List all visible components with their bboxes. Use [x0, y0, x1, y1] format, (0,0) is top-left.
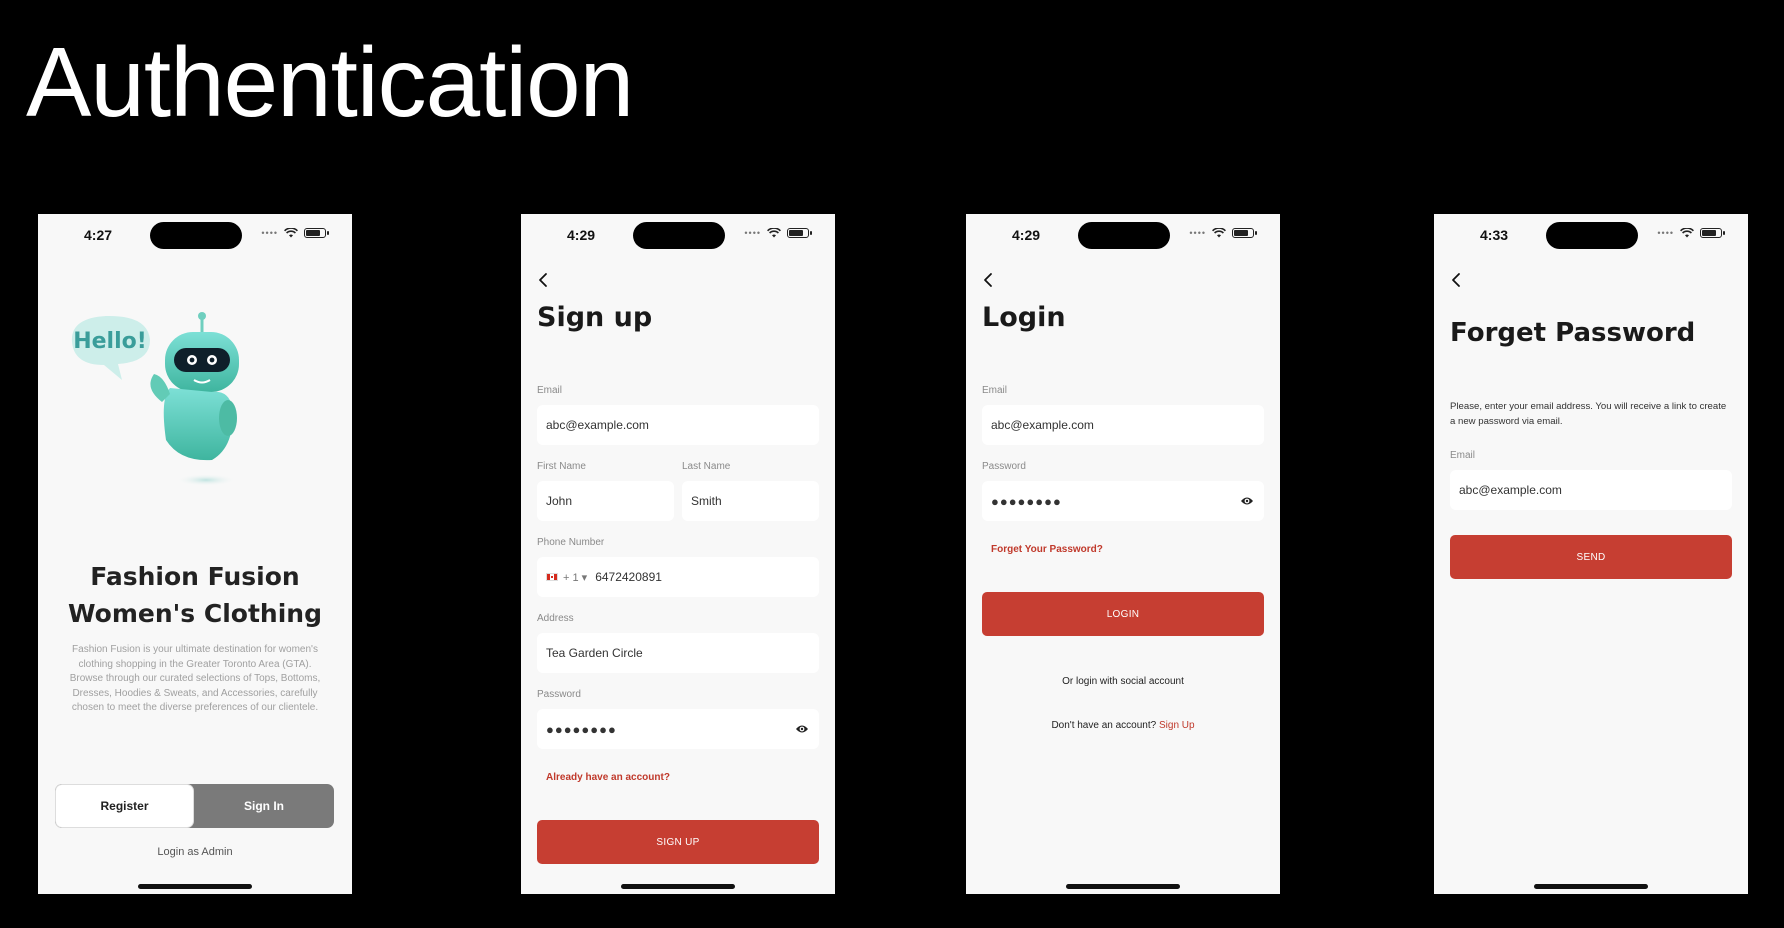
page-title: Authentication	[26, 27, 634, 137]
phone-field[interactable]: + 1 ▾ 6472420891	[537, 557, 819, 597]
password-field[interactable]: ●●●●●●●●	[982, 481, 1264, 521]
auth-segmented-control: Register Sign In	[55, 784, 334, 828]
signal-icon: ••••	[261, 227, 278, 238]
status-bar: 4:29 ••••	[521, 214, 835, 258]
battery-icon	[1700, 228, 1725, 238]
eye-icon[interactable]	[1240, 495, 1254, 507]
address-field[interactable]: Tea Garden Circle	[537, 633, 819, 673]
back-chevron-icon[interactable]	[980, 271, 998, 289]
last-name-field[interactable]: Smith	[682, 481, 819, 521]
forgot-password-screen: 4:33 •••• Forget Password Please, enter …	[1434, 214, 1748, 894]
no-account-row: Don't have an account? Sign Up	[966, 720, 1280, 731]
brand-title-line2: Women's Clothing	[67, 599, 322, 628]
robot-hello-illustration: Hello!	[71, 312, 239, 486]
first-name-field[interactable]: John	[537, 481, 674, 521]
email-label: Email	[537, 385, 563, 396]
wifi-icon	[284, 228, 298, 238]
canada-flag-icon[interactable]	[546, 573, 558, 581]
back-chevron-icon[interactable]	[535, 271, 553, 289]
brand-description: Fashion Fusion is your ultimate destinat…	[69, 644, 321, 714]
battery-icon	[304, 228, 329, 238]
welcome-screen: 4:27 •••• Hello! Fashion Fusion Women's …	[38, 214, 352, 894]
wifi-icon	[767, 228, 781, 238]
email-field[interactable]: abc@example.com	[982, 405, 1264, 445]
wifi-icon	[1680, 228, 1694, 238]
status-time: 4:29	[1012, 227, 1041, 243]
password-value: ●●●●●●●●	[991, 493, 1062, 509]
signal-icon: ••••	[744, 227, 761, 238]
dynamic-island	[633, 222, 725, 249]
status-bar: 4:29 ••••	[966, 214, 1280, 258]
password-field[interactable]: ●●●●●●●●	[537, 709, 819, 749]
home-indicator[interactable]	[1066, 884, 1180, 889]
login-screen: 4:29 •••• Login Email abc@example.com Pa…	[966, 214, 1280, 894]
status-bar: 4:27 ••••	[38, 214, 352, 258]
status-time: 4:27	[84, 227, 113, 243]
send-button[interactable]: SEND	[1450, 535, 1732, 579]
battery-icon	[1232, 228, 1257, 238]
status-bar: 4:33 ••••	[1434, 214, 1748, 258]
battery-icon	[787, 228, 812, 238]
screen-title: Forget Password	[1450, 318, 1696, 348]
wifi-icon	[1212, 228, 1226, 238]
dynamic-island	[150, 222, 242, 249]
dynamic-island	[1078, 222, 1170, 249]
email-label: Email	[1450, 450, 1476, 461]
eye-icon[interactable]	[795, 723, 809, 735]
status-time: 4:33	[1480, 227, 1509, 243]
register-button[interactable]: Register	[55, 784, 194, 828]
home-indicator[interactable]	[621, 884, 735, 889]
status-time: 4:29	[567, 227, 596, 243]
brand-title-line1: Fashion Fusion	[90, 562, 300, 591]
password-value: ●●●●●●●●	[546, 721, 617, 737]
signal-icon: ••••	[1189, 227, 1206, 238]
already-have-account-link[interactable]: Already have an account?	[546, 772, 670, 783]
phone-value: 6472420891	[595, 570, 662, 584]
screen-title: Login	[982, 302, 1066, 333]
forgot-password-link[interactable]: Forget Your Password?	[991, 544, 1103, 555]
password-label: Password	[537, 689, 581, 700]
password-label: Password	[982, 461, 1026, 472]
home-indicator[interactable]	[138, 884, 252, 889]
last-name-label: Last Name	[682, 461, 731, 472]
phone-label: Phone Number	[537, 537, 605, 548]
first-name-label: First Name	[537, 461, 586, 472]
email-field[interactable]: abc@example.com	[1450, 470, 1732, 510]
country-code-select[interactable]: + 1 ▾	[563, 571, 587, 584]
login-as-admin-link[interactable]: Login as Admin	[38, 846, 352, 858]
sign-up-link[interactable]: Sign Up	[1159, 720, 1195, 731]
dynamic-island	[1546, 222, 1638, 249]
back-chevron-icon[interactable]	[1448, 271, 1466, 289]
signup-screen: 4:29 •••• Sign up Email abc@example.com …	[521, 214, 835, 894]
home-indicator[interactable]	[1534, 884, 1648, 889]
login-button[interactable]: LOGIN	[982, 592, 1264, 636]
email-label: Email	[982, 385, 1008, 396]
social-login-text: Or login with social account	[1062, 676, 1184, 687]
illustration-text: Hello!	[73, 329, 147, 354]
address-label: Address	[537, 613, 574, 624]
sign-up-button[interactable]: SIGN UP	[537, 820, 819, 864]
sign-in-button[interactable]: Sign In	[194, 784, 334, 828]
signal-icon: ••••	[1657, 227, 1674, 238]
screen-title: Sign up	[537, 302, 653, 333]
brand-title: Fashion Fusion Women's Clothing	[38, 558, 352, 632]
email-field[interactable]: abc@example.com	[537, 405, 819, 445]
forgot-description: Please, enter your email address. You wi…	[1450, 401, 1727, 427]
no-account-text: Don't have an account?	[1051, 720, 1157, 731]
